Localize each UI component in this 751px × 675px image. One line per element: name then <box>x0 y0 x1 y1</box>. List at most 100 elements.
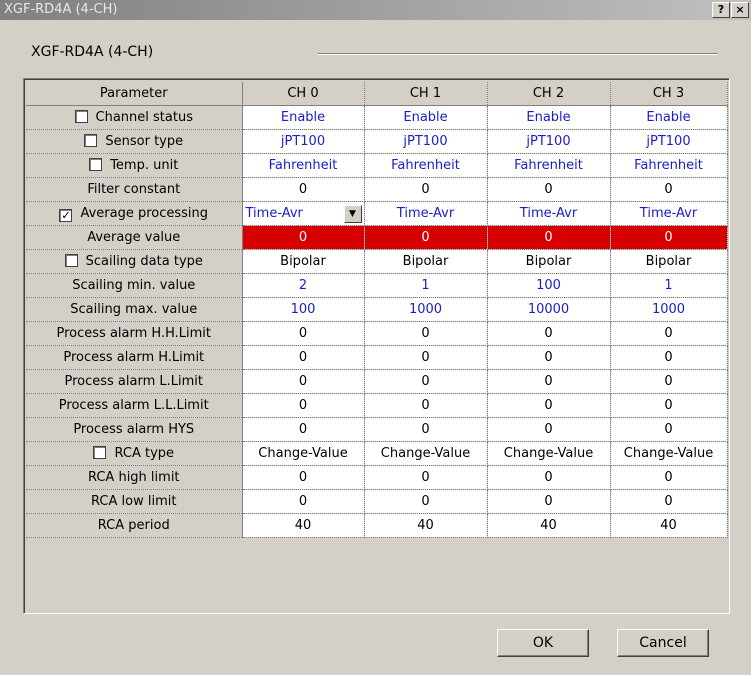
value-cell-ch0[interactable]: 2 <box>242 273 365 298</box>
value-cell-ch3[interactable]: 0 <box>610 225 728 250</box>
value-cell-ch3[interactable]: 0 <box>610 417 728 442</box>
value-cell-ch0[interactable]: 40 <box>242 513 365 538</box>
cancel-button[interactable]: Cancel <box>617 629 709 657</box>
value-cell-ch0[interactable]: Bipolar <box>242 249 365 274</box>
value-cell-ch1[interactable]: Time-Avr <box>364 201 488 226</box>
value-cell-ch2[interactable]: 0 <box>487 369 611 394</box>
value-cell-ch2[interactable]: Change-Value <box>487 441 611 466</box>
value-cell-ch1[interactable]: Bipolar <box>364 249 488 274</box>
value-cell-ch2[interactable]: 0 <box>487 321 611 346</box>
value-cell-ch3[interactable]: Change-Value <box>610 441 728 466</box>
value-cell-ch3[interactable]: Enable <box>610 105 728 130</box>
parameter-label: Scailing data type <box>85 254 203 269</box>
value-cell-ch1[interactable]: Fahrenheit <box>364 153 488 178</box>
value-cell-ch0[interactable]: Enable <box>242 105 365 130</box>
value-cell-ch1[interactable]: 1000 <box>364 297 488 322</box>
ok-button[interactable]: OK <box>497 629 589 657</box>
column-header-ch1: CH 1 <box>364 82 488 106</box>
value-cell-ch3[interactable]: 0 <box>610 177 728 202</box>
value-cell-ch3[interactable]: Fahrenheit <box>610 153 728 178</box>
value-cell-ch1[interactable]: 0 <box>364 345 488 370</box>
value-cell-ch1[interactable]: 0 <box>364 393 488 418</box>
value-cell-ch1[interactable]: 1 <box>364 273 488 298</box>
value-cell-ch0[interactable]: 0 <box>242 345 365 370</box>
value-cell-ch3[interactable]: 0 <box>610 489 728 514</box>
value-cell-ch3[interactable]: Time-Avr <box>610 201 728 226</box>
value-cell-ch0[interactable]: 0 <box>242 489 365 514</box>
parameter-label-cell[interactable]: RCA type <box>26 441 243 466</box>
value-cell-ch2[interactable]: 0 <box>487 225 611 250</box>
value-cell-ch3[interactable]: 0 <box>610 393 728 418</box>
chevron-down-icon[interactable]: ▼ <box>343 205 362 223</box>
value-cell-ch2[interactable]: 0 <box>487 417 611 442</box>
value-cell-ch2[interactable]: 40 <box>487 513 611 538</box>
value-cell-ch1[interactable]: jPT100 <box>364 129 488 154</box>
value-cell-ch2[interactable]: Fahrenheit <box>487 153 611 178</box>
value-cell-ch1[interactable]: 0 <box>364 489 488 514</box>
parameter-label: Scailing max. value <box>70 302 198 317</box>
value-cell-ch1[interactable]: 0 <box>364 369 488 394</box>
parameter-label: Scailing min. value <box>72 278 196 293</box>
value-cell-ch1[interactable]: 0 <box>364 417 488 442</box>
table-row: Scailing min. value 2 1 100 1 <box>26 273 728 298</box>
value-cell-ch2[interactable]: 10000 <box>487 297 611 322</box>
value-cell-ch2[interactable]: 0 <box>487 393 611 418</box>
value-cell-ch1[interactable]: 0 <box>364 465 488 490</box>
close-button[interactable]: × <box>731 2 749 18</box>
parameter-label-cell[interactable]: Scailing data type <box>26 249 243 274</box>
value-cell-ch0[interactable]: 0 <box>242 465 365 490</box>
value-cell-ch2[interactable]: Enable <box>487 105 611 130</box>
parameter-checkbox[interactable] <box>84 134 98 147</box>
value-cell-ch1[interactable]: 40 <box>364 513 488 538</box>
value-cell-ch2[interactable]: 100 <box>487 273 611 298</box>
value-cell-ch3[interactable]: Bipolar <box>610 249 728 274</box>
value-cell-ch3[interactable]: 0 <box>610 369 728 394</box>
help-button[interactable]: ? <box>712 2 730 18</box>
value-cell-ch1[interactable]: Change-Value <box>364 441 488 466</box>
value-cell-ch3[interactable]: 0 <box>610 465 728 490</box>
column-header-ch2: CH 2 <box>487 82 611 106</box>
column-header-parameter: Parameter <box>26 82 243 106</box>
table-row: Process alarm HYS 0 0 0 0 <box>26 417 728 442</box>
value-cell-ch3[interactable]: 1 <box>610 273 728 298</box>
parameter-label-cell[interactable]: ✓ Average processing <box>26 201 243 226</box>
value-cell-ch0[interactable]: Fahrenheit <box>242 153 365 178</box>
parameter-label-cell[interactable]: Channel status <box>26 105 243 130</box>
value-cell-ch0[interactable]: 100 <box>242 297 365 322</box>
parameter-checkbox[interactable] <box>74 110 88 123</box>
parameter-checkbox[interactable] <box>64 254 78 267</box>
average-processing-select[interactable]: Time-Avr ▼ <box>242 202 363 225</box>
value-cell-ch2[interactable]: Bipolar <box>487 249 611 274</box>
parameter-label-cell[interactable]: Temp. unit <box>26 153 243 178</box>
value-cell-ch0[interactable]: 0 <box>242 225 365 250</box>
table-row: Process alarm L.L.Limit 0 0 0 0 <box>26 393 728 418</box>
value-cell-ch2[interactable]: 0 <box>487 489 611 514</box>
value-cell-ch1[interactable]: 0 <box>364 225 488 250</box>
value-cell-ch0[interactable]: 0 <box>242 417 365 442</box>
value-cell-ch1[interactable]: 0 <box>364 177 488 202</box>
value-cell-ch0[interactable]: 0 <box>242 177 365 202</box>
value-cell-ch2[interactable]: jPT100 <box>487 129 611 154</box>
parameter-checkbox[interactable] <box>93 446 107 459</box>
value-cell-ch0[interactable]: 0 <box>242 369 365 394</box>
value-cell-ch3[interactable]: jPT100 <box>610 129 728 154</box>
value-cell-ch3[interactable]: 0 <box>610 345 728 370</box>
value-cell-ch0[interactable]: Time-Avr ▼ <box>242 201 365 226</box>
value-cell-ch2[interactable]: 0 <box>487 345 611 370</box>
value-cell-ch0[interactable]: Change-Value <box>242 441 365 466</box>
parameter-checkbox[interactable] <box>89 158 103 171</box>
value-cell-ch1[interactable]: Enable <box>364 105 488 130</box>
value-cell-ch0[interactable]: 0 <box>242 321 365 346</box>
value-cell-ch2[interactable]: Time-Avr <box>487 201 611 226</box>
value-cell-ch1[interactable]: 0 <box>364 321 488 346</box>
parameter-label: Average processing <box>80 205 209 221</box>
value-cell-ch0[interactable]: 0 <box>242 393 365 418</box>
value-cell-ch3[interactable]: 1000 <box>610 297 728 322</box>
value-cell-ch2[interactable]: 0 <box>487 465 611 490</box>
parameter-checkbox[interactable]: ✓ <box>59 208 73 222</box>
value-cell-ch3[interactable]: 40 <box>610 513 728 538</box>
value-cell-ch3[interactable]: 0 <box>610 321 728 346</box>
parameter-label-cell[interactable]: Sensor type <box>26 129 243 154</box>
value-cell-ch2[interactable]: 0 <box>487 177 611 202</box>
value-cell-ch0[interactable]: jPT100 <box>242 129 365 154</box>
